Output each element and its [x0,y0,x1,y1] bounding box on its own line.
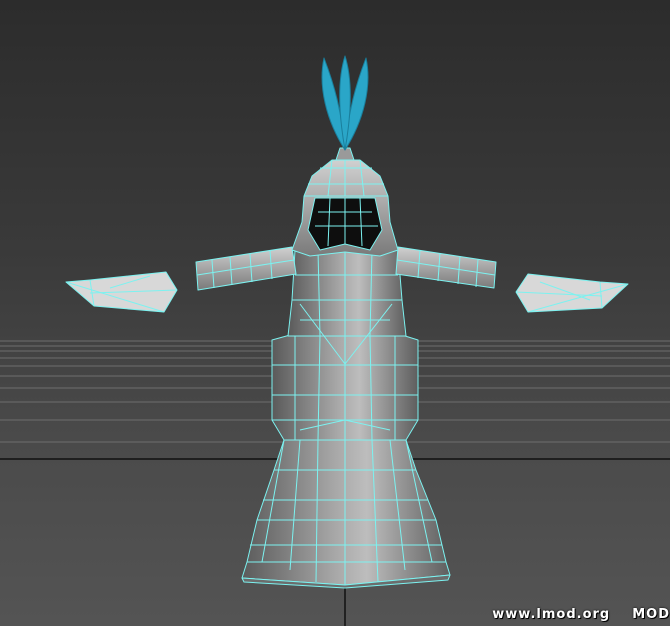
helmet[interactable] [291,147,399,257]
left-hand[interactable] [65,271,178,313]
watermark-site: www.lmod.org [492,607,611,622]
left-shoulder-arm[interactable] [195,246,297,291]
right-shoulder-arm[interactable] [395,246,497,289]
skirt[interactable] [241,439,451,589]
mesh-model[interactable] [65,55,629,589]
right-hand[interactable] [515,273,629,313]
watermark-tag: MOD [632,607,670,622]
3d-viewport[interactable]: www.lmod.org MOD [0,0,670,626]
watermark: www.lmod.org MOD [492,607,670,622]
scene-canvas[interactable] [0,0,670,626]
plume[interactable] [321,55,369,151]
